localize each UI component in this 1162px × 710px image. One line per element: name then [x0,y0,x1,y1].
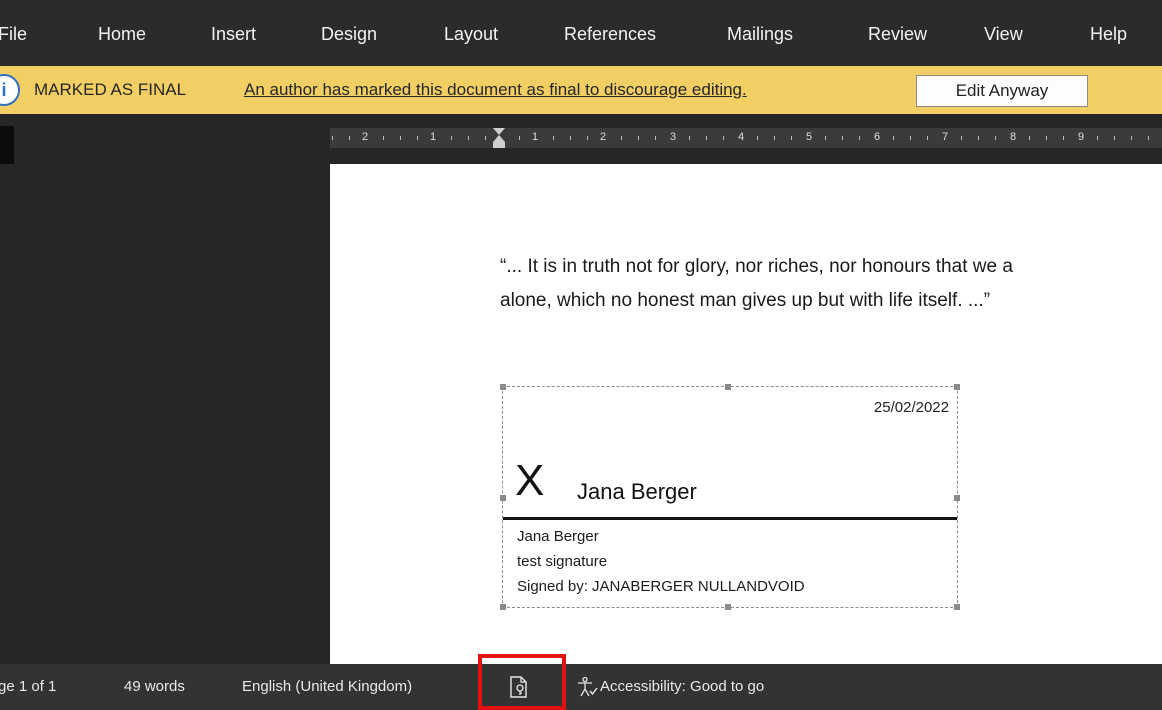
tab-file[interactable]: File [0,24,27,45]
ruler-tick [995,136,996,140]
tab-view[interactable]: View [984,24,1023,45]
ruler-number: 6 [874,131,881,143]
ruler-number: 4 [738,131,745,143]
document-workspace: 2 1 1 2 3 4 5 6 7 8 9 “... It is in truth not for … [0,114,1162,664]
tab-insert[interactable]: Insert [211,24,256,45]
ruler-tick [587,136,588,140]
ruler-tick [1029,136,1030,140]
signature-x-mark: X [515,456,545,505]
ruler-tick [400,136,401,140]
ruler-number: 5 [806,131,813,143]
ruler-tick [621,136,622,140]
page-count[interactable]: ge 1 of 1 [0,678,56,695]
ruler-tick [706,136,707,140]
vertical-ruler-marker [0,126,14,164]
tab-help[interactable]: Help [1090,24,1127,45]
ruler-number: 8 [1010,131,1017,143]
word-count[interactable]: 49 words [124,678,185,695]
document-page[interactable]: “... It is in truth not for glory, nor r… [330,164,1162,664]
ruler-number: 2 [600,131,607,143]
tab-home[interactable]: Home [98,24,146,45]
ruler-tick [638,136,639,140]
ruler-tick [332,136,333,140]
ruler-number: 1 [532,131,539,143]
ruler-tick [655,136,656,140]
ruler-tick [859,136,860,140]
ruler-tick [842,136,843,140]
quote-line-1: “... It is in truth not for glory, nor r… [500,256,1013,277]
ruler-tick [1046,136,1047,140]
ruler-tick [1114,136,1115,140]
ruler-tick [417,136,418,140]
info-icon: i [0,74,20,106]
signature-date: 25/02/2022 [873,399,949,416]
ruler-number: 1 [430,131,437,143]
ruler-tick [485,136,486,140]
resize-handle-left[interactable] [500,495,506,501]
ruler-tick [774,136,775,140]
signed-by-text: Signed by: JANABERGER NULLANDVOID [517,578,805,595]
highlight-box [478,654,566,710]
ruler-tick [383,136,384,140]
tab-mailings[interactable]: Mailings [727,24,793,45]
ruler-tick [1131,136,1132,140]
signer-printed-name: Jana Berger [517,528,599,545]
message-bar-link[interactable]: An author has marked this document as fi… [244,80,747,100]
ribbon-tab-bar: File Home Insert Design Layout Reference… [0,0,1162,66]
ruler-number: 2 [362,131,369,143]
edit-anyway-button[interactable]: Edit Anyway [916,75,1088,107]
ruler-tick [893,136,894,140]
ruler-tick [961,136,962,140]
ruler-tick [451,136,452,140]
ruler-tick [468,136,469,140]
tab-references[interactable]: References [564,24,656,45]
ruler-tick [978,136,979,140]
ruler-tick [570,136,571,140]
resize-handle-right[interactable] [954,495,960,501]
ruler-tick [927,136,928,140]
horizontal-ruler[interactable]: 2 1 1 2 3 4 5 6 7 8 9 [330,128,1162,148]
status-bar: ge 1 of 1 49 words English (United Kingd… [0,664,1162,710]
resize-handle-bottom[interactable] [725,604,731,610]
ruler-tick [1097,136,1098,140]
accessibility-status[interactable]: Accessibility: Good to go [600,678,764,695]
signature-name: Jana Berger [577,479,697,504]
tab-layout[interactable]: Layout [444,24,498,45]
message-bar-title: MARKED AS FINAL [34,80,187,99]
resize-handle-bottom-left[interactable] [500,604,506,610]
ruler-tick [349,136,350,140]
quote-text: “... It is in truth not for glory, nor r… [500,250,1160,318]
ruler-number: 7 [942,131,949,143]
accessibility-icon[interactable] [576,676,598,698]
indent-marker-icon[interactable] [492,128,506,148]
ruler-tick [689,136,690,140]
ruler-number: 9 [1078,131,1085,143]
resize-handle-bottom-right[interactable] [954,604,960,610]
resize-handle-top[interactable] [725,384,731,390]
marked-as-final-bar: i MARKED AS FINAL An author has marked t… [0,66,1162,114]
signer-title: test signature [517,553,608,570]
ruler-tick [825,136,826,140]
resize-handle-top-right[interactable] [954,384,960,390]
quote-line-2: alone, which no honest man gives up but … [500,290,991,311]
ruler-tick [1148,136,1149,140]
ruler-tick [910,136,911,140]
tab-review[interactable]: Review [868,24,927,45]
language-indicator[interactable]: English (United Kingdom) [242,678,412,695]
signature-rule [503,517,957,520]
resize-handle-top-left[interactable] [500,384,506,390]
ruler-tick [553,136,554,140]
ruler-tick [791,136,792,140]
ruler-tick [1063,136,1064,140]
tab-design[interactable]: Design [321,24,377,45]
ruler-tick [519,136,520,140]
ruler-tick [757,136,758,140]
signature-line[interactable]: 25/02/2022 X Jana Berger Jana Berger tes… [500,384,960,610]
ruler-number: 3 [670,131,677,143]
ruler-tick [723,136,724,140]
